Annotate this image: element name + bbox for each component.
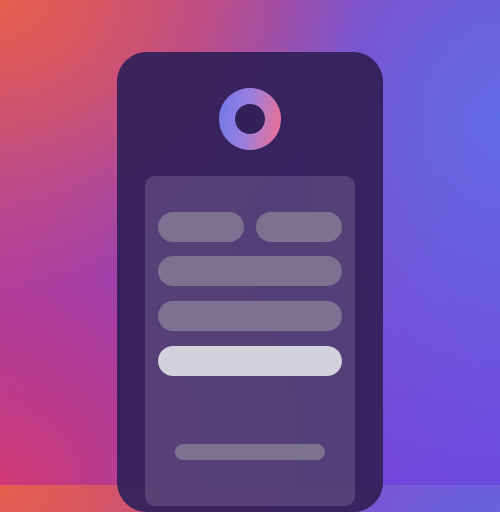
form-card (145, 176, 355, 506)
footer-link[interactable] (175, 444, 325, 460)
email-field[interactable] (158, 256, 342, 286)
background: { "screen": { "logo": {"icon": "ring-log… (0, 0, 500, 512)
last-name-field[interactable] (256, 212, 342, 242)
first-name-field[interactable] (158, 212, 244, 242)
phone-device (117, 52, 383, 512)
ring-logo-icon (219, 88, 281, 150)
password-field[interactable] (158, 301, 342, 331)
submit-button[interactable] (158, 346, 342, 376)
